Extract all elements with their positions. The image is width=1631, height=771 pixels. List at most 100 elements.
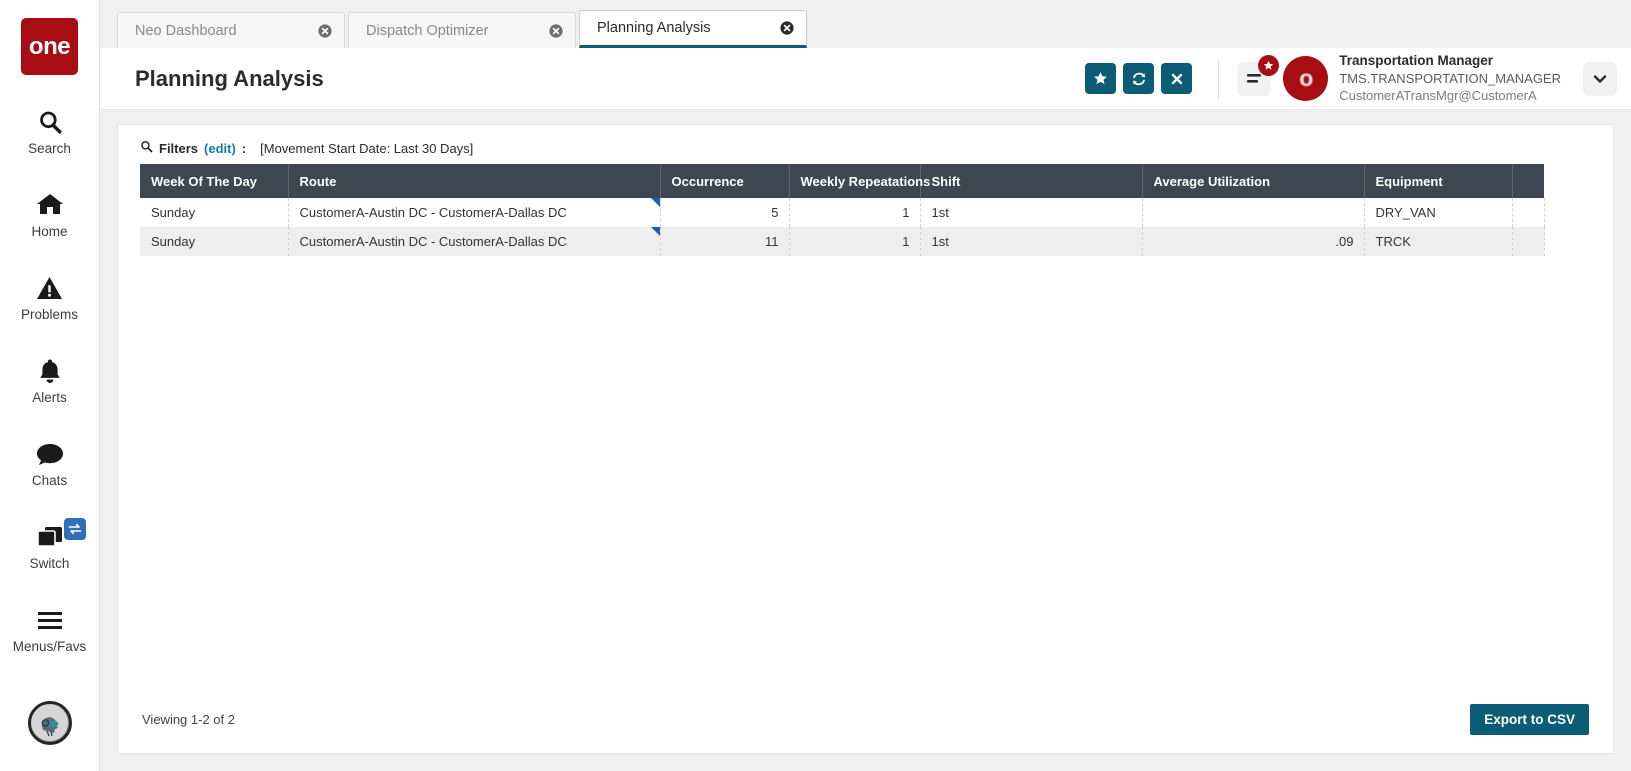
- rail-items: Search Home Problems Alerts: [0, 97, 99, 678]
- user-profile[interactable]: o Transportation Manager TMS.TRANSPORTAT…: [1283, 52, 1561, 104]
- sidebar-item-menus-favs[interactable]: Menus/Favs: [0, 595, 99, 662]
- main-region: Neo Dashboard Dispatch Optimizer Plannin…: [100, 0, 1631, 771]
- search-icon: [140, 140, 153, 156]
- cell-route: CustomerA-Austin DC - CustomerA-Dallas D…: [288, 227, 660, 256]
- avatar-text: o: [1299, 65, 1312, 92]
- cell-average-utilization: [1142, 198, 1364, 227]
- tab-dispatch-optimizer[interactable]: Dispatch Optimizer: [348, 12, 576, 48]
- refresh-icon: [1131, 71, 1147, 87]
- sidebar-item-problems[interactable]: Problems: [0, 263, 99, 330]
- x-icon: [1170, 72, 1184, 86]
- refresh-button[interactable]: [1123, 63, 1154, 94]
- tab-neo-dashboard[interactable]: Neo Dashboard: [117, 12, 345, 48]
- chat-bubble-icon: [36, 439, 64, 469]
- close-circle-icon[interactable]: [780, 21, 794, 35]
- sidebar-item-label: Home: [31, 224, 67, 239]
- cell-route: CustomerA-Austin DC - CustomerA-Dallas D…: [288, 198, 660, 227]
- cell-equipment: DRY_VAN: [1364, 198, 1512, 227]
- ai-assistant-avatar-icon[interactable]: [28, 701, 72, 745]
- sidebar-item-label: Alerts: [32, 390, 67, 405]
- cell-week-of-the-day: Sunday: [140, 227, 288, 256]
- cell-occurrence: 5: [660, 198, 789, 227]
- content-area: Filters (edit) : [Movement Start Date: L…: [100, 110, 1631, 771]
- sidebar-item-label: Switch: [30, 556, 70, 571]
- sidebar-item-label: Problems: [21, 307, 78, 322]
- sidebar-item-switch[interactable]: Switch: [0, 512, 99, 579]
- column-header-equipment[interactable]: Equipment: [1364, 164, 1512, 198]
- column-header-shift[interactable]: Shift: [920, 164, 1142, 198]
- sidebar-item-chats[interactable]: Chats: [0, 429, 99, 496]
- sidebar-item-label: Chats: [32, 473, 67, 488]
- sidebar-item-label: Menus/Favs: [13, 639, 87, 654]
- browser-tab-bar: Neo Dashboard Dispatch Optimizer Plannin…: [100, 0, 1631, 48]
- menu-star-badge: [1258, 55, 1279, 76]
- search-icon: [37, 107, 63, 137]
- home-icon: [36, 190, 64, 220]
- column-header-weekly-repeatations[interactable]: Weekly Repeatations: [789, 164, 920, 198]
- filters-label: Filters: [159, 141, 198, 156]
- swap-arrows-icon[interactable]: [64, 518, 86, 540]
- chevron-down-icon[interactable]: [1583, 62, 1617, 96]
- one-logo[interactable]: one: [21, 18, 78, 75]
- sidebar-item-label: Search: [28, 141, 71, 156]
- filters-edit-link[interactable]: (edit): [204, 141, 236, 156]
- user-email: CustomerATransMgr@CustomerA: [1339, 87, 1561, 104]
- table-head: Week Of The Day Route Occurrence Weekly …: [140, 164, 1544, 198]
- filters-value: [Movement Start Date: Last 30 Days]: [260, 141, 473, 156]
- table-body: Sunday CustomerA-Austin DC - CustomerA-D…: [140, 198, 1544, 256]
- cell-average-utilization: .09: [1142, 227, 1364, 256]
- user-role: TMS.TRANSPORTATION_MANAGER: [1339, 70, 1561, 87]
- cell-weekly-repeatations: 1: [789, 227, 920, 256]
- page-title: Planning Analysis: [135, 66, 324, 92]
- column-header-route[interactable]: Route: [288, 164, 660, 198]
- filters-colon: :: [242, 141, 246, 156]
- left-navigation-rail: one Search Home Problems: [0, 0, 100, 771]
- close-button[interactable]: [1161, 63, 1192, 94]
- header-action-buttons: [1085, 63, 1192, 94]
- cell-spacer: [1512, 227, 1544, 256]
- tab-label: Neo Dashboard: [135, 23, 237, 39]
- cell-occurrence: 11: [660, 227, 789, 256]
- cell-shift: 1st: [920, 227, 1142, 256]
- user-name: Transportation Manager: [1339, 52, 1561, 70]
- viewing-count: Viewing 1-2 of 2: [142, 712, 235, 727]
- menu-button-wrapper: [1237, 62, 1271, 96]
- logo-text: one: [29, 35, 70, 59]
- export-to-csv-button[interactable]: Export to CSV: [1470, 704, 1589, 735]
- column-header-spacer: [1512, 164, 1544, 198]
- table-row[interactable]: Sunday CustomerA-Austin DC - CustomerA-D…: [140, 227, 1544, 256]
- page-header: Planning Analysis: [100, 48, 1631, 110]
- cell-week-of-the-day: Sunday: [140, 198, 288, 227]
- star-icon: [1263, 60, 1274, 71]
- hamburger-icon: [36, 605, 64, 635]
- card-footer: Viewing 1-2 of 2 Export to CSV: [118, 704, 1613, 753]
- bell-icon: [38, 356, 62, 386]
- sidebar-item-alerts[interactable]: Alerts: [0, 346, 99, 413]
- column-header-average-utilization[interactable]: Average Utilization: [1142, 164, 1364, 198]
- tab-label: Planning Analysis: [597, 20, 711, 36]
- tab-planning-analysis[interactable]: Planning Analysis: [579, 10, 807, 48]
- filters-bar: Filters (edit) : [Movement Start Date: L…: [118, 125, 1613, 164]
- favorite-button[interactable]: [1085, 63, 1116, 94]
- cell-shift: 1st: [920, 198, 1142, 227]
- results-card: Filters (edit) : [Movement Start Date: L…: [117, 124, 1614, 754]
- table-header-row: Week Of The Day Route Occurrence Weekly …: [140, 164, 1544, 198]
- table-wrapper: Week Of The Day Route Occurrence Weekly …: [118, 164, 1613, 704]
- warning-triangle-icon: [36, 273, 63, 303]
- tab-label: Dispatch Optimizer: [366, 23, 488, 39]
- sidebar-item-home[interactable]: Home: [0, 180, 99, 247]
- close-circle-icon[interactable]: [318, 24, 332, 38]
- user-meta: Transportation Manager TMS.TRANSPORTATIO…: [1339, 52, 1561, 104]
- cell-weekly-repeatations: 1: [789, 198, 920, 227]
- cell-equipment: TRCK: [1364, 227, 1512, 256]
- column-header-week-of-the-day[interactable]: Week Of The Day: [140, 164, 288, 198]
- sidebar-item-search[interactable]: Search: [0, 97, 99, 164]
- planning-analysis-table: Week Of The Day Route Occurrence Weekly …: [140, 164, 1545, 256]
- header-divider: [1218, 59, 1219, 99]
- application-root: one Search Home Problems: [0, 0, 1631, 771]
- table-row[interactable]: Sunday CustomerA-Austin DC - CustomerA-D…: [140, 198, 1544, 227]
- star-icon: [1093, 71, 1108, 86]
- column-header-occurrence[interactable]: Occurrence: [660, 164, 789, 198]
- avatar: o: [1283, 56, 1328, 101]
- close-circle-icon[interactable]: [549, 24, 563, 38]
